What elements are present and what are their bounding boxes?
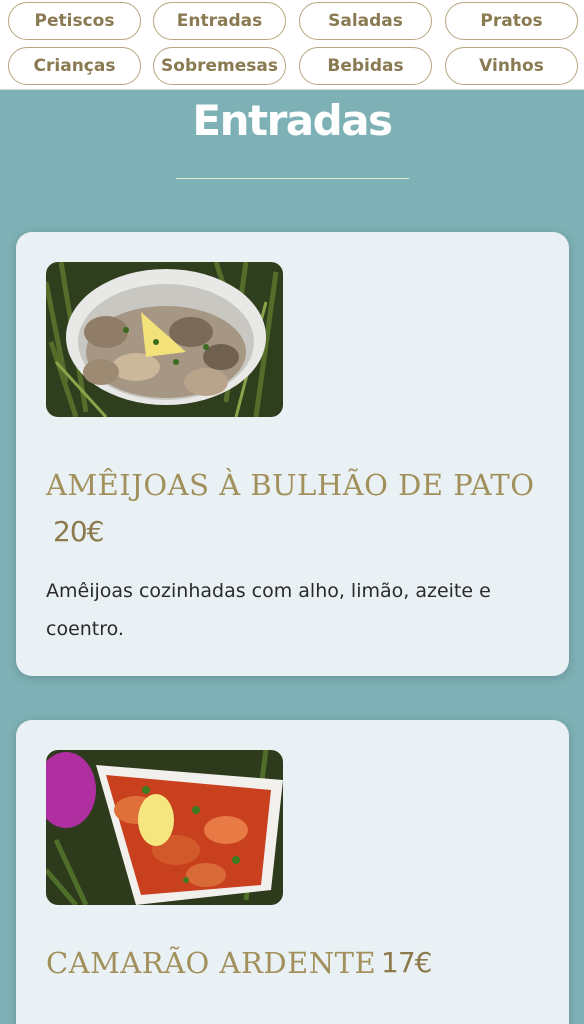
nav-button-pratos[interactable]: Pratos xyxy=(445,2,578,40)
shrimp-dish-photo xyxy=(46,750,283,905)
nav-button-vinhos[interactable]: Vinhos xyxy=(445,47,578,85)
item-name: AMÊIJOAS À BULHÃO DE PATO xyxy=(46,468,535,502)
nav-button-entradas[interactable]: Entradas xyxy=(153,2,286,40)
nav-button-criancas[interactable]: Crianças xyxy=(8,47,141,85)
menu-item-card: AMÊIJOAS À BULHÃO DE PATO 20€ Amêijoas c… xyxy=(16,232,569,676)
title-divider xyxy=(176,178,409,179)
item-name: CAMARÃO ARDENTE xyxy=(46,946,377,980)
menu-item-card: CAMARÃO ARDENTE 17€ xyxy=(16,720,569,1024)
item-price: 17€ xyxy=(381,946,432,979)
nav-button-saladas[interactable]: Saladas xyxy=(299,2,432,40)
item-description: Amêijoas cozinhadas com alho, limão, aze… xyxy=(46,580,491,640)
nav-button-sobremesas[interactable]: Sobremesas xyxy=(153,47,286,85)
section-title: Entradas xyxy=(192,96,393,145)
nav-button-petiscos[interactable]: Petiscos xyxy=(8,2,141,40)
clams-dish-photo xyxy=(46,262,283,417)
nav-button-bebidas[interactable]: Bebidas xyxy=(299,47,432,85)
item-price: 20€ xyxy=(53,515,104,548)
category-nav: Petiscos Entradas Saladas Pratos Criança… xyxy=(0,0,584,90)
